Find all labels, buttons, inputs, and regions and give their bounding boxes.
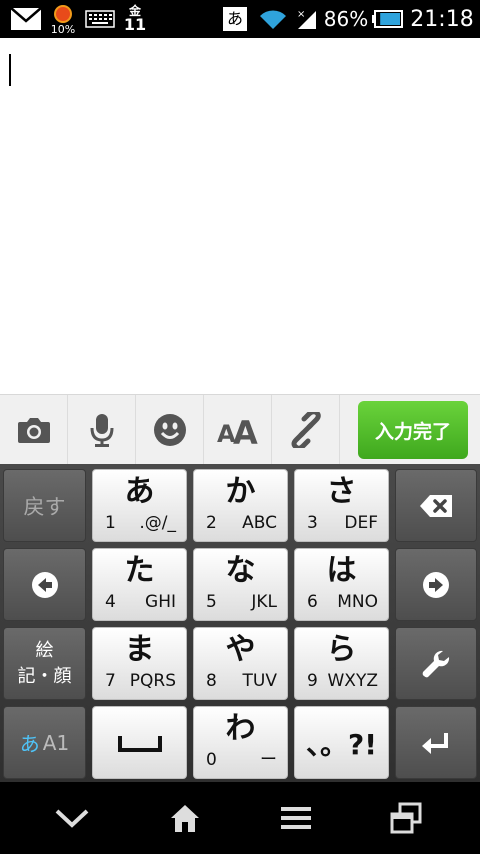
flick-keyboard: 戻す 絵 記・顔 あ A1 あ 1 .@/_ か 2 ABC さ 3 DEF た … xyxy=(0,464,480,782)
left-arrow-icon xyxy=(31,571,58,598)
camera-icon[interactable] xyxy=(0,395,68,465)
key-alpha: ABC xyxy=(242,513,277,533)
wifi-icon xyxy=(256,0,290,38)
key-kana: さ xyxy=(326,474,357,509)
svg-text:A: A xyxy=(233,414,258,446)
day-label: 11 xyxy=(123,15,147,34)
done-button[interactable]: 入力完了 xyxy=(358,401,468,459)
key-kana: は xyxy=(326,553,357,588)
key-na[interactable]: な 5 JKL xyxy=(193,548,288,621)
svg-text:×: × xyxy=(297,9,305,20)
microphone-icon[interactable] xyxy=(68,395,136,465)
ime-toolbar: AA 入力完了 xyxy=(0,394,480,465)
key-number: 6 xyxy=(307,592,318,612)
emoji-key-line1: 絵 xyxy=(35,639,54,661)
battery-percent: 86% xyxy=(323,7,369,31)
key-number: 8 xyxy=(206,671,217,691)
key-kana: ま xyxy=(124,632,155,667)
emoji-key-line2: 記・顔 xyxy=(17,665,72,687)
emoji-icon[interactable] xyxy=(136,395,204,465)
recent-apps-icon[interactable] xyxy=(346,782,466,854)
enter-key[interactable] xyxy=(395,706,477,779)
home-icon[interactable] xyxy=(125,782,245,854)
battery-icon xyxy=(370,0,404,38)
key-alpha: TUV xyxy=(242,671,277,691)
key-a[interactable]: あ 1 .@/_ xyxy=(92,469,187,542)
key-wa[interactable]: わ 0 ー xyxy=(193,706,288,779)
key-kana: わ xyxy=(225,711,256,746)
key-ma[interactable]: ま 7 PQRS xyxy=(92,627,187,700)
undo-key[interactable]: 戻す xyxy=(3,469,86,542)
key-kana: や xyxy=(225,632,256,667)
punctuation-label: 、。?! xyxy=(305,727,377,761)
mail-icon xyxy=(8,0,44,38)
key-alpha: ー xyxy=(260,750,277,770)
emoji-symbol-key[interactable]: 絵 記・顔 xyxy=(3,627,86,700)
key-kana: た xyxy=(124,553,155,588)
key-ta[interactable]: た 4 GHI xyxy=(92,548,187,621)
text-cursor xyxy=(9,54,11,86)
key-alpha: .@/_ xyxy=(139,513,176,533)
hide-keyboard-icon[interactable] xyxy=(12,782,132,854)
input-mode-key[interactable]: あ A1 xyxy=(3,706,86,779)
wrench-icon xyxy=(422,650,450,677)
key-alpha: DEF xyxy=(344,513,378,533)
key-kana: な xyxy=(225,553,256,588)
settings-key[interactable] xyxy=(395,627,477,700)
space-icon xyxy=(93,707,186,778)
space-key[interactable] xyxy=(92,706,187,779)
key-ya[interactable]: や 8 TUV xyxy=(193,627,288,700)
text-input-area[interactable] xyxy=(0,38,480,394)
key-ra[interactable]: ら 9 WXYZ xyxy=(294,627,389,700)
backspace-key[interactable] xyxy=(395,469,477,542)
key-number: 5 xyxy=(206,592,217,612)
key-number: 3 xyxy=(307,513,318,533)
cursor-right-key[interactable] xyxy=(395,548,477,621)
ime-indicator: あ xyxy=(222,0,248,38)
text-size-icon[interactable]: AA xyxy=(204,395,272,465)
key-sa[interactable]: さ 3 DEF xyxy=(294,469,389,542)
status-bar: 10% 金 11 あ × 86% 21:18 xyxy=(0,0,480,38)
key-number: 0 xyxy=(206,750,217,770)
key-number: 2 xyxy=(206,513,217,533)
right-arrow-icon xyxy=(423,571,449,598)
cursor-left-key[interactable] xyxy=(3,548,86,621)
key-kana: あ xyxy=(124,474,155,509)
backspace-icon xyxy=(420,494,452,517)
menu-icon[interactable] xyxy=(236,782,356,854)
mode-kana-label: あ xyxy=(19,732,40,756)
navigation-bar xyxy=(0,782,480,854)
key-alpha: WXYZ xyxy=(327,671,379,691)
mode-alpha-label: A1 xyxy=(42,730,70,755)
enter-icon xyxy=(422,732,448,754)
key-alpha: JKL xyxy=(251,592,277,612)
key-number: 9 xyxy=(307,671,318,691)
punctuation-key[interactable]: 、。?! xyxy=(294,706,389,779)
link-icon[interactable] xyxy=(272,395,340,465)
keyboard-icon xyxy=(84,0,116,38)
battery-saver-icon: 10% xyxy=(50,0,76,38)
key-number: 1 xyxy=(105,513,116,533)
calendar-date: 金 11 xyxy=(124,0,146,38)
key-alpha: GHI xyxy=(145,592,176,612)
key-number: 7 xyxy=(105,671,116,691)
signal-icon: × xyxy=(294,0,320,38)
key-ka[interactable]: か 2 ABC xyxy=(193,469,288,542)
battery-saver-level: 10% xyxy=(50,22,76,36)
clock: 21:18 xyxy=(410,6,474,32)
key-number: 4 xyxy=(105,592,116,612)
key-alpha: PQRS xyxy=(129,671,176,691)
key-ha[interactable]: は 6 MNO xyxy=(294,548,389,621)
key-kana: ら xyxy=(326,632,357,667)
key-alpha: MNO xyxy=(337,592,378,612)
key-kana: か xyxy=(225,474,256,509)
